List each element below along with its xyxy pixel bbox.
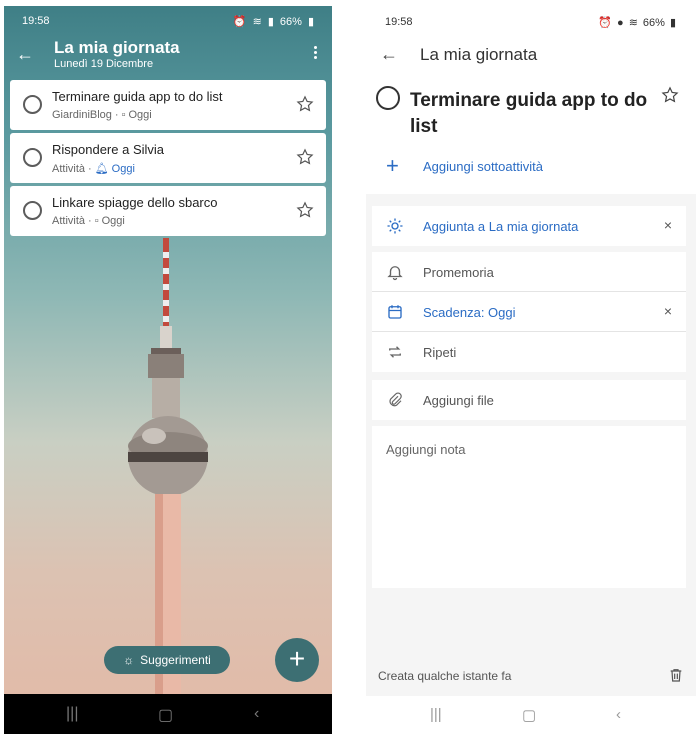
status-time: 19:58	[385, 16, 413, 28]
list-title: La mia giornata	[420, 45, 538, 64]
alarm-icon: ⏰	[232, 16, 247, 28]
separator-dot: ·	[88, 162, 92, 175]
battery-icon: ▮	[669, 17, 676, 29]
calendar-icon: ▫	[121, 109, 126, 121]
plus-icon[interactable]: +	[386, 155, 399, 177]
complete-checkbox[interactable]	[23, 148, 42, 167]
location-icon: ●	[617, 16, 624, 29]
home-icon[interactable]: ▢	[158, 705, 173, 725]
task-title: Terminare guida app to do list	[52, 89, 223, 104]
my-day-label: Aggiunta a La mia giornata	[423, 219, 579, 234]
system-back-icon[interactable]: ‹	[616, 706, 621, 723]
complete-checkbox[interactable]	[23, 201, 42, 220]
separator-dot: ·	[88, 215, 92, 227]
system-back-icon[interactable]: ‹	[254, 705, 259, 723]
add-note-placeholder: Aggiungi nota	[386, 442, 466, 457]
due-date-row[interactable]: Scadenza: Oggi ×	[372, 292, 686, 332]
add-file-row[interactable]: Aggiungi file	[372, 380, 686, 420]
back-arrow-icon[interactable]: ←	[380, 44, 398, 65]
status-bar: 19:58 ⏰ ≋ ▮ 66% ▮	[4, 6, 332, 32]
task-due: Oggi	[101, 215, 125, 227]
my-day-card: Aggiunta a La mia giornata ×	[372, 206, 686, 246]
task-list-name: Attività	[52, 162, 86, 175]
task-item[interactable]: Terminare guida app to do list GiardiniB…	[10, 80, 326, 130]
task-due: Oggi	[111, 162, 135, 175]
task-meta: Attività · ▫ Oggi	[52, 215, 125, 227]
task-list-name: Attività	[52, 215, 86, 227]
star-icon[interactable]	[661, 86, 679, 104]
my-day-row[interactable]: Aggiunta a La mia giornata ×	[372, 206, 686, 246]
alarm-icon: ⏰	[598, 17, 613, 29]
sun-icon: ☼	[123, 653, 135, 667]
paperclip-icon	[389, 392, 402, 407]
reminder-row[interactable]: Promemoria	[372, 252, 686, 292]
complete-checkbox[interactable]	[376, 86, 400, 110]
complete-checkbox[interactable]	[23, 95, 42, 114]
task-meta: GiardiniBlog · ▫ Oggi	[52, 109, 152, 121]
calendar-icon: ▫	[94, 215, 99, 227]
task-header-area: 19:58 ⏰ ● ≋ 66% ▮ ← La mia giornata Term…	[366, 6, 696, 194]
add-task-fab[interactable]: +	[275, 638, 319, 682]
reminder-due-card: Promemoria Scadenza: Oggi × Ripeti	[372, 252, 686, 372]
repeat-icon	[389, 346, 401, 358]
calendar-icon	[388, 305, 402, 319]
task-due: Oggi	[128, 109, 152, 121]
status-bar: 19:58 ⏰ ● ≋ 66% ▮	[366, 6, 696, 32]
status-icons: ⏰ ≋ ▮ 66% ▮	[232, 15, 314, 29]
task-list-name: GiardiniBlog	[52, 109, 112, 121]
task-title[interactable]: Terminare guida app to do list	[410, 88, 658, 140]
task-title: Rispondere a Silvia	[52, 142, 165, 157]
suggestions-label: Suggerimenti	[140, 653, 211, 667]
app-bar: ← La mia giornata Lunedì 19 Dicembre	[4, 34, 332, 78]
note-field[interactable]: Aggiungi nota	[372, 426, 686, 588]
recent-apps-icon[interactable]: |||	[430, 706, 442, 723]
battery-percent: 66%	[642, 16, 665, 29]
file-card: Aggiungi file	[372, 380, 686, 420]
status-icons: ⏰ ● ≋ 66% ▮	[598, 16, 676, 30]
bell-icon: 🔔︎	[94, 163, 109, 175]
bell-icon	[387, 266, 403, 281]
page-title: La mia giornata	[54, 38, 180, 57]
star-icon[interactable]	[296, 201, 314, 219]
repeat-label: Ripeti	[423, 345, 457, 360]
suggestions-button[interactable]: ☼ Suggerimenti	[104, 646, 230, 674]
created-timestamp: Creata qualche istante fa	[378, 669, 512, 683]
battery-icon: ▮	[307, 16, 314, 28]
task-meta: Attività · 🔔︎ Oggi	[52, 162, 135, 176]
star-icon[interactable]	[296, 95, 314, 113]
signal-icon: ▮	[267, 16, 274, 28]
reminder-label: Promemoria	[423, 265, 494, 280]
sun-icon	[387, 218, 403, 234]
wifi-icon: ≋	[252, 16, 262, 28]
trash-icon[interactable]	[668, 666, 684, 684]
system-nav-bar: ||| ▢ ‹	[366, 696, 696, 734]
my-day-list-screen: 19:58 ⏰ ≋ ▮ 66% ▮ ← La mia giornata Lune…	[4, 6, 332, 734]
page-date: Lunedì 19 Dicembre	[54, 58, 154, 70]
home-icon[interactable]: ▢	[522, 706, 536, 724]
repeat-row[interactable]: Ripeti	[372, 332, 686, 372]
task-item[interactable]: Rispondere a Silvia Attività · 🔔︎ Oggi	[10, 133, 326, 183]
system-nav-bar: ||| ▢ ‹	[4, 694, 332, 734]
status-time: 19:58	[22, 15, 50, 27]
detail-footer: Creata qualche istante fa	[366, 658, 696, 692]
due-date-label: Scadenza: Oggi	[423, 305, 516, 320]
recent-apps-icon[interactable]: |||	[66, 705, 78, 723]
screenshot-root: 19:58 ⏰ ≋ ▮ 66% ▮ ← La mia giornata Lune…	[0, 0, 696, 736]
star-icon[interactable]	[296, 148, 314, 166]
add-subtask-button[interactable]: Aggiungi sottoattività	[423, 159, 543, 174]
remove-my-day-close-icon[interactable]: ×	[664, 217, 672, 233]
task-title: Linkare spiagge dello sbarco	[52, 195, 218, 210]
more-options-icon[interactable]	[310, 44, 320, 64]
wifi-icon: ≋	[628, 17, 638, 29]
battery-percent: 66%	[279, 15, 302, 28]
back-arrow-icon[interactable]: ←	[16, 44, 36, 64]
task-item[interactable]: Linkare spiagge dello sbarco Attività · …	[10, 186, 326, 236]
add-file-label: Aggiungi file	[423, 393, 494, 408]
separator-dot: ·	[114, 109, 119, 121]
task-detail-screen: 19:58 ⏰ ● ≋ 66% ▮ ← La mia giornata Term…	[366, 6, 696, 734]
remove-due-close-icon[interactable]: ×	[664, 303, 672, 319]
